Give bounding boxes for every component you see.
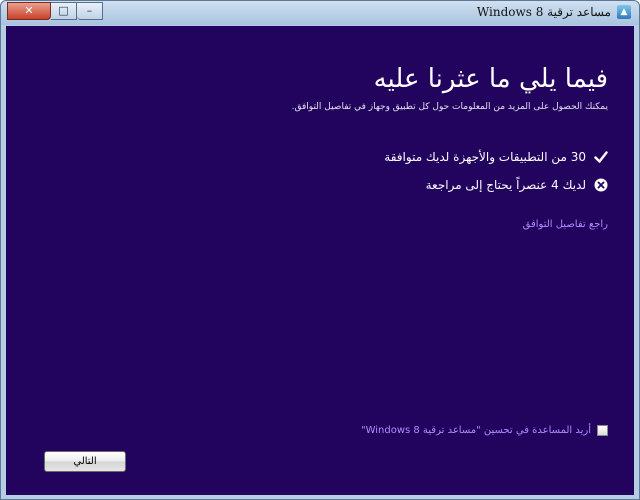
app-window: ▲ مساعد ترقية Windows 8 ✕ □ – فيما يلي م… bbox=[0, 0, 640, 500]
upgrade-assistant-icon: ▲ bbox=[617, 5, 631, 19]
title-bar[interactable]: ▲ مساعد ترقية Windows 8 ✕ □ – bbox=[1, 1, 639, 25]
window-title: مساعد ترقية Windows 8 bbox=[476, 5, 611, 19]
help-improve-checkbox[interactable] bbox=[597, 425, 608, 436]
compatible-result-text: 30 من التطبيقات والأجهزة لديك متوافقة bbox=[384, 150, 586, 164]
help-improve-label[interactable]: أريد المساعدة في تحسين "مساعد ترقية Wind… bbox=[361, 425, 591, 436]
close-button[interactable]: ✕ bbox=[7, 2, 51, 20]
checkmark-icon bbox=[594, 151, 608, 163]
page-title: فيما يلي ما عثرنا عليه bbox=[373, 64, 608, 94]
help-improve-option[interactable]: أريد المساعدة في تحسين "مساعد ترقية Wind… bbox=[361, 425, 608, 436]
review-result-text: لديك 4 عنصراً يحتاج إلى مراجعة bbox=[425, 178, 586, 192]
next-button[interactable]: التالي bbox=[44, 451, 126, 472]
review-result: لديك 4 عنصراً يحتاج إلى مراجعة bbox=[426, 178, 608, 192]
page-subtitle: يمكنك الحصول على المزيد من المعلومات حول… bbox=[291, 102, 608, 112]
error-circle-icon bbox=[594, 178, 608, 192]
compatibility-details-link[interactable]: راجع تفاصيل التوافق bbox=[523, 219, 608, 230]
content-area: فيما يلي ما عثرنا عليه يمكنك الحصول على … bbox=[6, 26, 634, 495]
minimize-button[interactable]: – bbox=[77, 2, 103, 20]
window-controls: ✕ □ – bbox=[7, 2, 103, 20]
compatible-result: 30 من التطبيقات والأجهزة لديك متوافقة bbox=[384, 150, 608, 164]
maximize-button[interactable]: □ bbox=[51, 2, 77, 20]
